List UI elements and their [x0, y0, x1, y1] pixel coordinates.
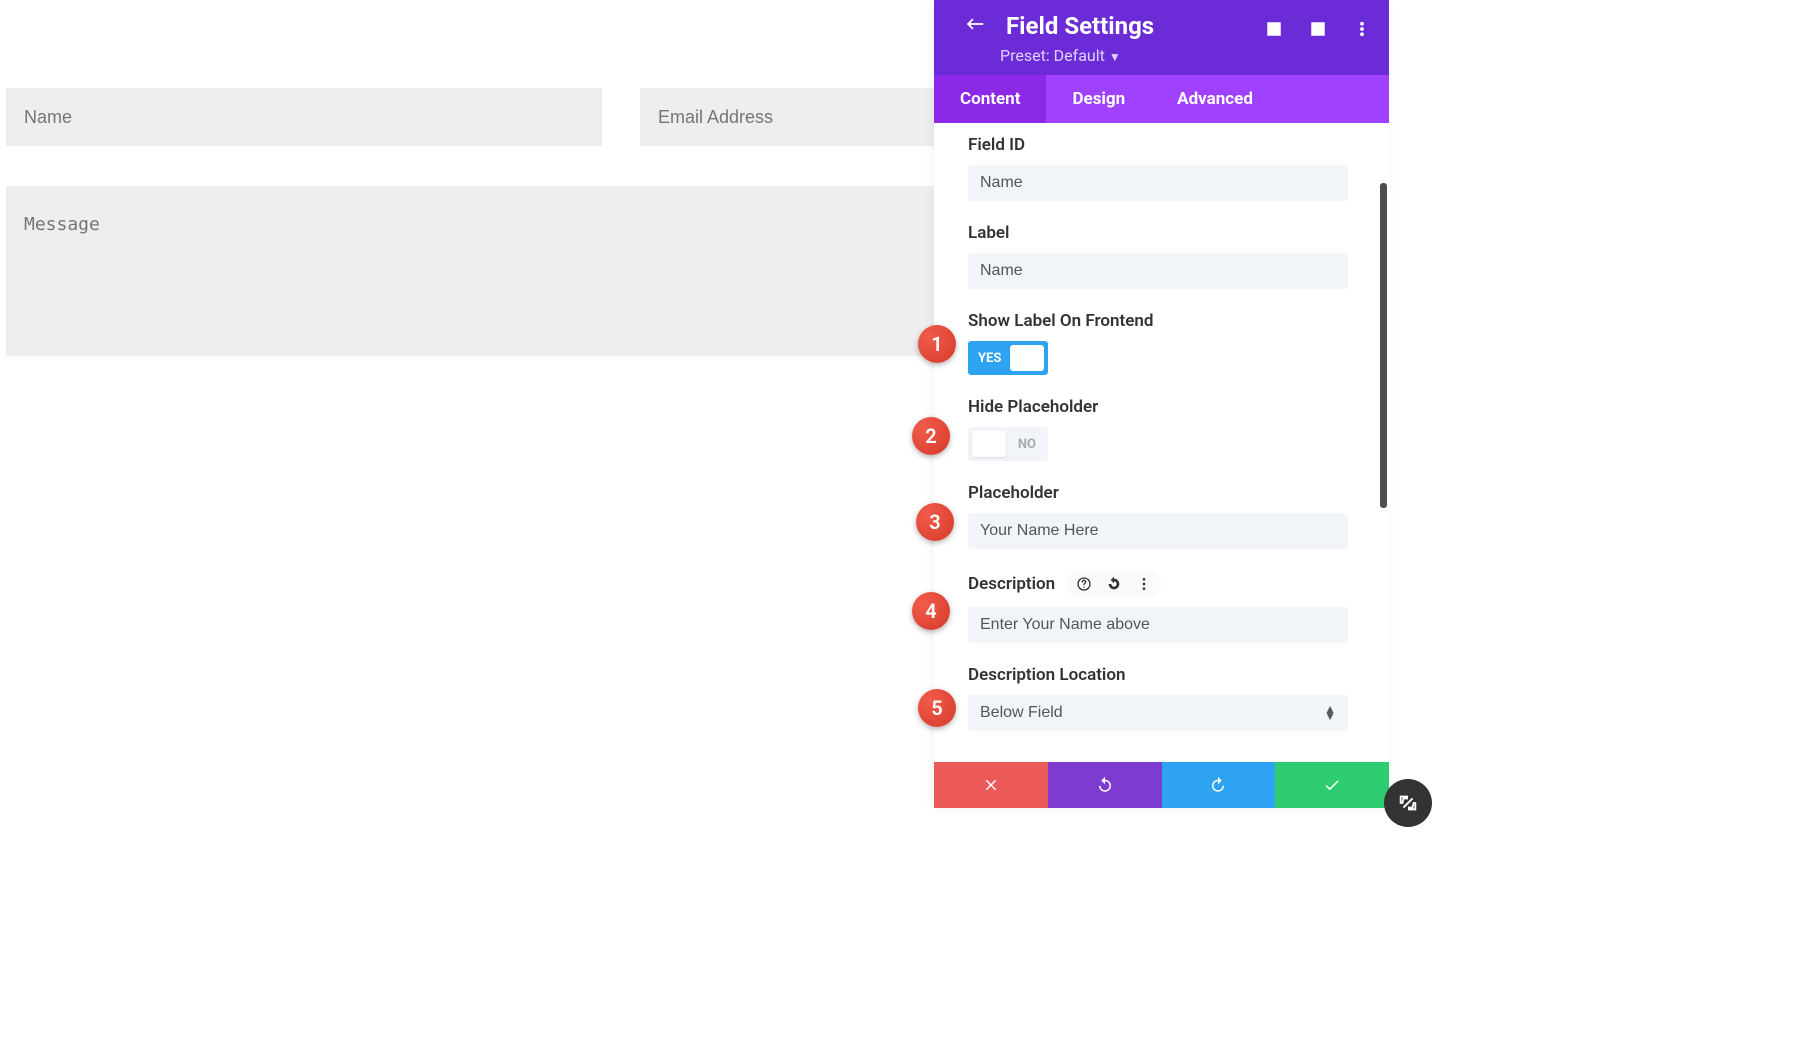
chevron-down-icon: ▼: [1109, 50, 1121, 64]
label-label: Label: [968, 223, 1355, 243]
badge-4: 4: [912, 592, 950, 630]
reset-icon[interactable]: [1105, 575, 1123, 593]
more-icon[interactable]: [1353, 20, 1371, 38]
preset-label: Preset: Default: [1000, 46, 1105, 65]
hide-placeholder-label: Hide Placeholder: [968, 397, 1355, 417]
panel-body: Field ID Label Show Label On Frontend YE…: [934, 123, 1389, 762]
hide-placeholder-toggle[interactable]: NO: [968, 427, 1048, 461]
desc-location-select[interactable]: [968, 695, 1348, 731]
show-label-toggle[interactable]: YES: [968, 341, 1048, 375]
desc-location-label: Description Location: [968, 665, 1355, 685]
description-label: Description: [968, 574, 1055, 594]
layout-icon[interactable]: [1309, 20, 1327, 38]
placeholder-label: Placeholder: [968, 483, 1355, 503]
field-more-icon[interactable]: [1135, 575, 1153, 593]
badge-3: 3: [916, 503, 954, 541]
resize-handle[interactable]: [1384, 779, 1432, 827]
name-input[interactable]: [6, 88, 602, 146]
label-input[interactable]: [968, 253, 1348, 289]
badge-2: 2: [912, 417, 950, 455]
back-arrow-icon[interactable]: [964, 13, 986, 39]
preset-dropdown[interactable]: Preset: Default ▼: [1000, 46, 1369, 65]
show-label-label: Show Label On Frontend: [968, 311, 1355, 331]
panel-title: Field Settings: [1006, 12, 1154, 40]
panel-header: Field Settings Preset: Default ▼: [934, 0, 1389, 75]
expand-icon[interactable]: [1265, 20, 1283, 38]
field-id-input[interactable]: [968, 165, 1348, 201]
badge-1: 1: [918, 325, 956, 363]
badge-5: 5: [918, 689, 956, 727]
field-id-label: Field ID: [968, 135, 1355, 155]
placeholder-input[interactable]: [968, 513, 1348, 549]
cancel-button[interactable]: [934, 762, 1048, 808]
tab-design[interactable]: Design: [1046, 75, 1151, 123]
panel-footer: [934, 762, 1389, 808]
tab-advanced[interactable]: Advanced: [1151, 75, 1279, 123]
description-input[interactable]: [968, 607, 1348, 643]
redo-button[interactable]: [1162, 762, 1276, 808]
undo-button[interactable]: [1048, 762, 1162, 808]
tabs: Content Design Advanced: [934, 75, 1389, 123]
confirm-button[interactable]: [1275, 762, 1389, 808]
tab-content[interactable]: Content: [934, 75, 1046, 123]
settings-panel: Field Settings Preset: Default ▼ Content …: [934, 0, 1389, 808]
help-icon[interactable]: [1075, 575, 1093, 593]
